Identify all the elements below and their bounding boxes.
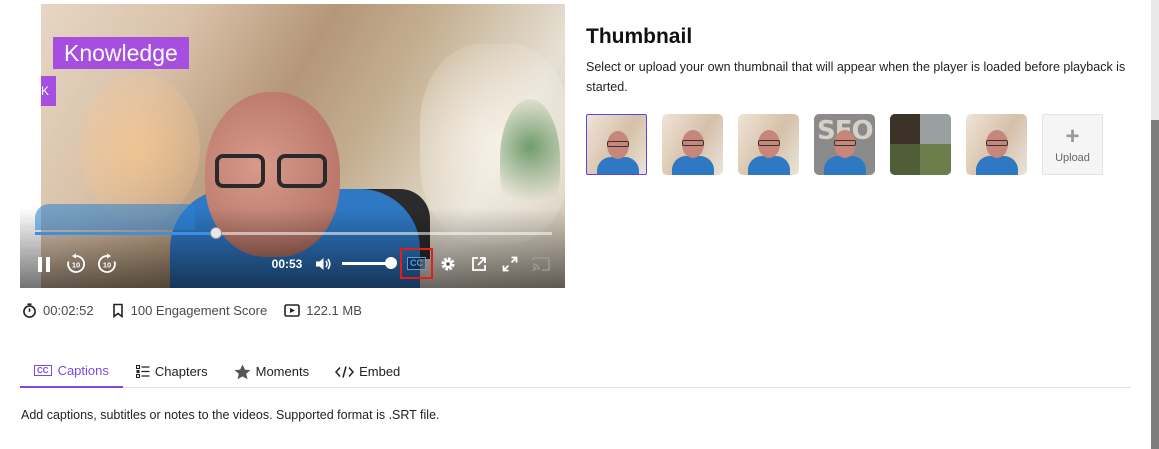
thumbnail-option-5[interactable] <box>890 114 951 175</box>
popout-button[interactable] <box>469 253 489 275</box>
duration: 00:02:52 <box>22 303 94 318</box>
star-icon <box>234 364 251 379</box>
chapter-segment <box>35 204 195 230</box>
thumbnail-option-4[interactable]: SEO <box>814 114 875 175</box>
tab-embed[interactable]: Embed <box>322 355 413 388</box>
video-player[interactable]: Knowledge K 10 10 00:53 CC <box>20 4 565 288</box>
volume-slider[interactable] <box>342 262 390 265</box>
video-meta: 00:02:52 100 Engagement Score 122.1 MB <box>22 303 379 318</box>
side-badge: K <box>41 76 56 106</box>
rewind-label: 10 <box>72 261 80 270</box>
upload-label: Upload <box>1055 151 1090 164</box>
duration-value: 00:02:52 <box>43 303 94 318</box>
file-size-value: 122.1 MB <box>306 303 362 318</box>
chapters-list-icon <box>135 365 150 378</box>
timer-icon <box>23 303 36 318</box>
volume-thumb[interactable] <box>385 257 397 269</box>
bookmark-icon <box>112 303 123 318</box>
code-icon <box>335 365 355 378</box>
gear-icon <box>441 257 455 271</box>
thumbnail-description: Select or upload your own thumbnail that… <box>586 60 1126 94</box>
thumbnail-option-2[interactable] <box>662 114 723 175</box>
volume-button[interactable] <box>313 253 333 275</box>
current-time: 00:53 <box>271 257 303 271</box>
rewind-10-button[interactable]: 10 <box>65 253 87 275</box>
progress-thumb[interactable] <box>209 227 222 239</box>
cc-icon: CC <box>407 257 426 270</box>
thumbnail-option-3[interactable] <box>738 114 799 175</box>
fullscreen-button[interactable] <box>500 253 520 275</box>
fullscreen-icon <box>502 256 518 272</box>
upload-thumbnail-button[interactable]: + Upload <box>1042 114 1103 175</box>
engagement-score: 100 Engagement Score <box>111 303 268 318</box>
cast-button[interactable] <box>531 253 551 275</box>
progress-bar[interactable] <box>35 227 552 239</box>
tab-captions[interactable]: CC Captions <box>20 355 123 388</box>
pause-icon <box>38 256 42 272</box>
rewind-icon: 10 <box>67 253 85 273</box>
tab-embed-label: Embed <box>359 364 401 379</box>
detail-tabs: CC Captions Chapters Moments Embed <box>20 355 1131 388</box>
tab-chapters-label: Chapters <box>154 364 208 379</box>
cc-icon: CC <box>34 365 52 376</box>
volume-icon <box>316 258 331 270</box>
pause-button[interactable] <box>36 253 52 275</box>
side-panel-edge-top <box>1151 0 1159 120</box>
background-plant <box>500 99 560 219</box>
background-light <box>80 74 200 224</box>
progress-fill <box>35 232 216 235</box>
forward-icon: 10 <box>98 253 116 273</box>
tab-moments[interactable]: Moments <box>221 355 322 388</box>
cast-icon <box>532 257 550 271</box>
tab-chapters[interactable]: Chapters <box>123 355 221 388</box>
overlay-badge: Knowledge <box>53 37 189 69</box>
thumbnail-option-1[interactable] <box>586 114 647 175</box>
captions-button[interactable]: CC <box>400 248 433 279</box>
video-file-icon <box>284 304 301 317</box>
thumbnail-option-6[interactable] <box>966 114 1027 175</box>
forward-10-button[interactable]: 10 <box>96 253 118 275</box>
thumbnail-title: Thumbnail <box>586 25 693 48</box>
file-size: 122.1 MB <box>284 303 362 318</box>
forward-label: 10 <box>103 261 111 270</box>
plus-icon: + <box>1065 122 1080 150</box>
engagement-value: 100 Engagement Score <box>130 303 268 318</box>
presenter-glasses <box>215 154 335 190</box>
tab-moments-label: Moments <box>255 364 310 379</box>
external-link-icon <box>472 257 486 271</box>
tab-captions-label: Captions <box>57 363 109 378</box>
settings-button[interactable] <box>438 253 458 275</box>
thumbnail-options: SEO + Upload <box>586 114 1103 175</box>
captions-description: Add captions, subtitles or notes to the … <box>21 408 440 422</box>
